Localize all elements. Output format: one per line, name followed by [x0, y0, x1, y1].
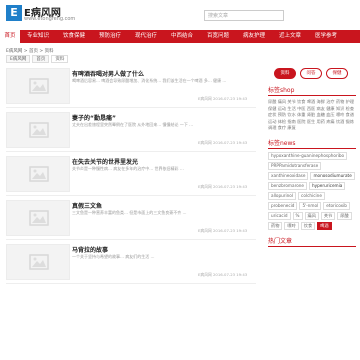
article-item[interactable]: 真假三文鱼 三文鱼是一种营养丰富的鱼类… 但是市面上的三文鱼良莠不齐 … E病风…: [6, 196, 256, 240]
article-thumbnail[interactable]: [6, 156, 70, 192]
section-title-shop: 标签shop: [268, 85, 356, 96]
pill-health[interactable]: 保健: [326, 68, 348, 79]
tag-item[interactable]: 啤酒: [317, 221, 332, 230]
tag-cloud: hypoxanthine-guaninephosphoribo PRPPamid…: [268, 151, 356, 230]
pill-qa[interactable]: 问答: [300, 68, 322, 79]
tab-data[interactable]: 资料: [51, 55, 69, 63]
article-title[interactable]: 有啤酒吞喝对男人做了什么: [72, 69, 144, 78]
article-summary: 丈夫在出差旅程里突然晕倒在了医院 从外地回来… 慢慢结论 一下 …: [72, 122, 194, 127]
site-url: www.etongfeng.com: [24, 16, 76, 22]
search-input[interactable]: 搜索文章: [204, 10, 284, 21]
tag-item[interactable]: hypoxanthine-guaninephosphoribo: [268, 151, 348, 160]
tag-item[interactable]: etoricoxib: [323, 201, 350, 210]
tag-item[interactable]: 痛风: [304, 211, 319, 220]
tag-item[interactable]: %: [292, 211, 303, 220]
nav-home[interactable]: 首页: [0, 30, 20, 43]
tag-item[interactable]: hyperuricemia: [309, 181, 346, 190]
article-item[interactable]: 在失去关节的世界里发光 关节炎是一种慢性病… 病友在多年的治疗中… 世界依旧精彩…: [6, 152, 256, 196]
tab-home[interactable]: 首页: [32, 55, 50, 63]
article-meta: E病风网 2016-07-23 19:43: [198, 184, 248, 189]
nav-item[interactable]: 中西结合: [164, 30, 200, 43]
nav-item[interactable]: 病友护理: [236, 30, 272, 43]
article-thumbnail[interactable]: [6, 244, 70, 280]
article-summary: 关节炎是一种慢性病… 病友在多年的治疗中… 世界依旧精彩 …: [72, 166, 184, 171]
tab-site[interactable]: E病风网: [6, 55, 31, 63]
article-summary: 喝啤酒后容易… 啤酒会导致尿酸增加、消化系统… 我们该生活在一个啤酒 多… 健康…: [72, 78, 227, 83]
article-thumbnail[interactable]: [6, 68, 70, 104]
tag-item[interactable]: xanthineoxidase: [268, 171, 309, 180]
article-thumbnail[interactable]: [6, 200, 70, 236]
sidebar-pill-group: 资料 问答 保健: [274, 68, 356, 79]
tag-item[interactable]: monosodiumurate: [310, 171, 355, 180]
nav-item[interactable]: 医学参考: [308, 30, 344, 43]
nav-item[interactable]: 近上文章: [272, 30, 308, 43]
article-summary: 三文鱼是一种营养丰富的鱼类… 但是市面上的三文鱼良莠不齐 …: [72, 210, 187, 215]
article-list: 有啤酒吞喝对男人做了什么 喝啤酒后容易… 啤酒会导致尿酸增加、消化系统… 我们该…: [6, 64, 256, 284]
article-meta: E病风网 2016-07-23 19:43: [198, 140, 248, 145]
tag-item[interactable]: benzbromarone: [268, 181, 308, 190]
pill-data[interactable]: 资料: [274, 68, 296, 79]
nav-item[interactable]: 专业知识: [20, 30, 56, 43]
tag-item[interactable]: allopurinol: [268, 191, 297, 200]
article-item[interactable]: 马背拉的故事 一个关于坚持与希望的故事… 病友们的生活 … E病风网 2016-…: [6, 240, 256, 284]
tag-item[interactable]: uricacid: [268, 211, 291, 220]
article-summary: 一个关于坚持与希望的故事… 病友们的生活 …: [72, 254, 155, 259]
tag-item[interactable]: 药物: [268, 221, 283, 230]
article-thumbnail[interactable]: [6, 112, 70, 148]
article-meta: E病风网 2016-07-23 19:43: [198, 228, 248, 233]
section-title-hot: 热门文章: [268, 236, 356, 247]
article-title[interactable]: 妻子的“勤恳痛”: [72, 113, 116, 122]
tag-item[interactable]: 尿酸: [337, 211, 352, 220]
tag-item[interactable]: 5'-nmol: [299, 201, 322, 210]
tag-item[interactable]: PRPPamidotransferase: [268, 161, 322, 170]
nav-item[interactable]: 现代治疗: [128, 30, 164, 43]
tab-bar: E病风网 首页 资料: [6, 55, 256, 63]
tag-item[interactable]: probenecid: [268, 201, 298, 210]
nav-item[interactable]: 百宽问题: [200, 30, 236, 43]
image-placeholder-icon: [29, 166, 49, 182]
tag-item[interactable]: 饮食: [300, 221, 316, 230]
image-placeholder-icon: [29, 122, 49, 138]
tag-item[interactable]: colchicine: [298, 191, 325, 200]
section-title-news: 标签news: [268, 138, 356, 149]
article-title[interactable]: 马背拉的故事: [72, 245, 108, 254]
nav-item[interactable]: 饮食保健: [56, 30, 92, 43]
image-placeholder-icon: [29, 210, 49, 226]
main-nav: 首页 专业知识 饮食保健 预防治疗 现代治疗 中西结合 百宽问题 病友护理 近上…: [0, 30, 360, 43]
site-header: E E病风网 www.etongfeng.com 搜索文章: [0, 0, 360, 28]
breadcrumb: E病风网 > 首页 > 资料: [6, 49, 54, 54]
article-title[interactable]: 在失去关节的世界里发光: [72, 157, 138, 166]
tag-item[interactable]: 嘌呤: [284, 221, 299, 230]
keyword-cloud[interactable]: 尿酸 痛风 关节 饮食 啤酒 海鲜 治疗 药物 护理 保健 运动 生活 中医 西…: [268, 99, 356, 132]
article-item[interactable]: 妻子的“勤恳痛” 丈夫在出差旅程里突然晕倒在了医院 从外地回来… 慢慢结论 一下…: [6, 108, 256, 152]
sidebar: 资料 问答 保健 标签shop 尿酸 痛风 关节 饮食 啤酒 海鲜 治疗 药物 …: [268, 60, 356, 250]
tag-item[interactable]: 关节: [320, 211, 336, 220]
image-placeholder-icon: [29, 254, 49, 270]
nav-item[interactable]: 预防治疗: [92, 30, 128, 43]
article-item[interactable]: 有啤酒吞喝对男人做了什么 喝啤酒后容易… 啤酒会导致尿酸增加、消化系统… 我们该…: [6, 64, 256, 108]
article-meta: E病风网 2016-07-23 19:43: [198, 272, 248, 277]
article-meta: E病风网 2016-07-23 19:43: [198, 96, 248, 101]
logo-icon[interactable]: E: [6, 5, 22, 21]
article-title[interactable]: 真假三文鱼: [72, 201, 102, 210]
image-placeholder-icon: [29, 78, 49, 94]
